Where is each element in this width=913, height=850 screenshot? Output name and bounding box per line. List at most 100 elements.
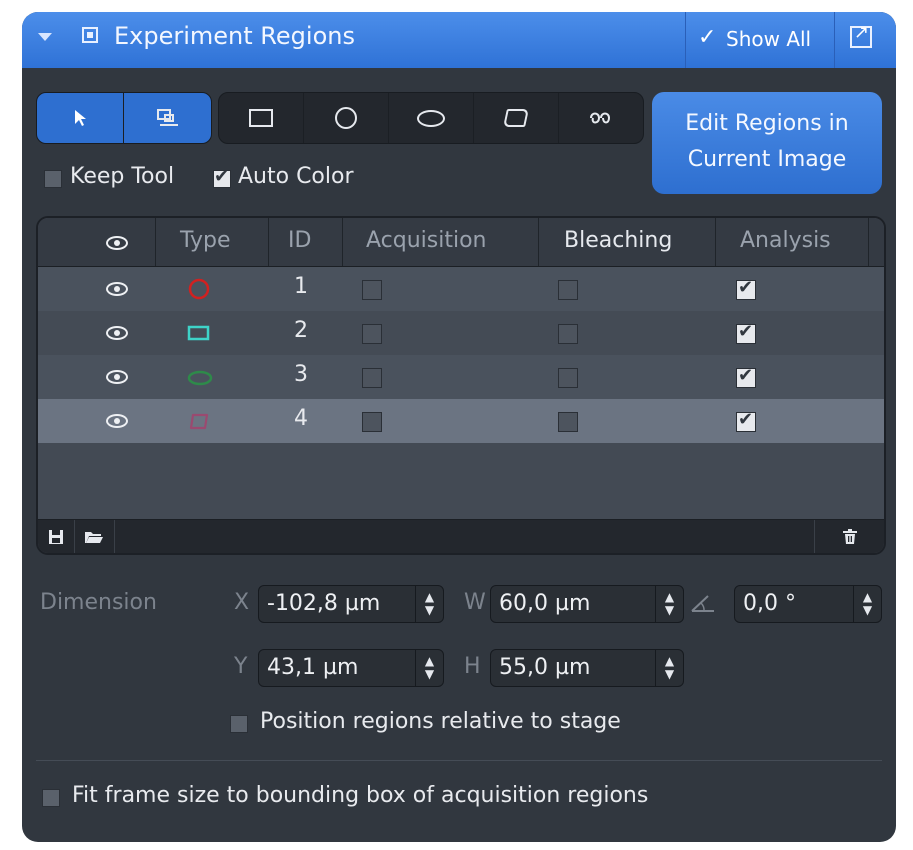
rectangle-shape-icon <box>187 325 210 341</box>
table-header: Type ID Acquisition Bleaching Analysis <box>38 218 884 267</box>
table-row[interactable]: 1 <box>38 267 884 311</box>
polygon-icon <box>503 109 529 127</box>
acquisition-checkbox[interactable] <box>362 412 382 432</box>
trash-icon <box>843 529 857 544</box>
shape-tool-group <box>218 92 644 144</box>
bleaching-checkbox[interactable] <box>558 324 578 344</box>
row-id: 3 <box>294 362 308 387</box>
x-position-spinbox[interactable]: -102,8 µm ▲ ▼ <box>258 585 444 623</box>
ellipse-tool-button[interactable] <box>389 93 474 143</box>
acquisition-checkbox[interactable] <box>362 324 382 344</box>
relative-to-stage-checkbox[interactable] <box>230 715 248 733</box>
open-button[interactable] <box>74 520 115 553</box>
header-analysis[interactable]: Analysis <box>740 228 831 253</box>
visibility-eye-icon[interactable] <box>106 236 128 250</box>
y-label: Y <box>234 654 248 679</box>
pointer-tool-button[interactable] <box>37 93 124 143</box>
keep-tool-label: Keep Tool <box>70 164 175 189</box>
analysis-checkbox[interactable] <box>736 409 756 432</box>
popout-icon[interactable]: ↗ <box>850 22 872 48</box>
height-spinbox[interactable]: 55,0 µm ▲ ▼ <box>490 649 684 687</box>
acquisition-checkbox[interactable] <box>362 280 382 300</box>
spin-arrows-icon[interactable]: ▲ ▼ <box>655 586 683 622</box>
x-value: -102,8 µm <box>267 591 381 616</box>
h-value: 55,0 µm <box>499 655 591 680</box>
table-row[interactable]: 3 <box>38 355 884 399</box>
ellipse-icon <box>417 109 445 127</box>
folder-icon <box>85 532 103 543</box>
y-position-spinbox[interactable]: 43,1 µm ▲ ▼ <box>258 649 444 687</box>
panel-titlebar: Experiment Regions ✓ Show All ↗ <box>22 12 896 68</box>
spin-arrows-icon[interactable]: ▲ ▼ <box>655 650 683 686</box>
rectangle-tool-button[interactable] <box>219 93 304 143</box>
save-button[interactable] <box>38 520 75 553</box>
bleaching-checkbox[interactable] <box>558 368 578 388</box>
section-divider <box>36 760 882 761</box>
y-value: 43,1 µm <box>267 655 359 680</box>
stage-region-icon <box>156 109 178 126</box>
polygon-shape-icon <box>189 413 209 430</box>
bleaching-checkbox[interactable] <box>558 280 578 300</box>
row-id: 2 <box>294 318 308 343</box>
header-type[interactable]: Type <box>180 228 231 253</box>
analysis-checkbox[interactable] <box>736 365 756 388</box>
table-footer-toolbar <box>38 519 884 553</box>
analysis-checkbox[interactable] <box>736 321 756 344</box>
eye-icon[interactable] <box>106 370 128 384</box>
circle-icon <box>335 107 357 129</box>
collapse-arrow-icon[interactable] <box>38 33 52 41</box>
experiment-regions-panel: Experiment Regions ✓ Show All ↗ Edit Reg… <box>22 12 896 842</box>
fit-frame-label: Fit frame size to bounding box of acquis… <box>72 783 649 808</box>
show-all-toggle[interactable]: ✓ Show All <box>685 12 835 68</box>
stage-tool-button[interactable] <box>124 93 211 143</box>
spin-arrows-icon[interactable]: ▲ ▼ <box>853 586 881 622</box>
h-label: H <box>464 654 481 679</box>
auto-color-label: Auto Color <box>238 164 354 189</box>
panel-title: Experiment Regions <box>114 22 355 50</box>
table-row[interactable]: 2 <box>38 311 884 355</box>
spin-arrows-icon[interactable]: ▲ ▼ <box>415 650 443 686</box>
ellipse-shape-icon <box>187 370 213 386</box>
header-id[interactable]: ID <box>288 228 311 253</box>
keep-tool-checkbox[interactable] <box>44 170 62 188</box>
row-id: 4 <box>294 406 308 431</box>
show-all-label: Show All <box>726 27 812 51</box>
fit-frame-checkbox[interactable] <box>42 789 60 807</box>
rectangle-icon <box>249 109 273 127</box>
polygon-tool-button[interactable] <box>474 93 559 143</box>
dimension-label: Dimension <box>40 590 157 615</box>
acquisition-checkbox[interactable] <box>362 368 382 388</box>
edit-regions-line1: Edit Regions in <box>685 111 849 136</box>
w-label: W <box>464 590 486 615</box>
save-icon <box>49 530 63 544</box>
regions-table: Type ID Acquisition Bleaching Analysis 1 <box>36 216 886 555</box>
spline-icon <box>590 112 611 124</box>
eye-icon[interactable] <box>106 282 128 296</box>
analysis-checkbox[interactable] <box>736 277 756 300</box>
edit-regions-button[interactable]: Edit Regions in Current Image <box>652 92 882 194</box>
bleaching-checkbox[interactable] <box>558 412 578 432</box>
relative-to-stage-label: Position regions relative to stage <box>260 709 621 734</box>
row-id: 1 <box>294 274 308 299</box>
delete-button[interactable] <box>814 520 884 553</box>
angle-spinbox[interactable]: 0,0 ° ▲ ▼ <box>734 585 882 623</box>
cursor-arrow-icon <box>75 110 86 126</box>
auto-color-checkbox[interactable] <box>213 166 231 188</box>
checkmark-icon: ✓ <box>698 25 717 50</box>
header-acquisition[interactable]: Acquisition <box>366 228 487 253</box>
width-spinbox[interactable]: 60,0 µm ▲ ▼ <box>490 585 684 623</box>
selection-tool-group <box>36 92 212 144</box>
x-label: X <box>234 590 250 615</box>
table-row-selected[interactable]: 4 <box>38 399 884 443</box>
angle-value: 0,0 ° <box>743 591 796 616</box>
eye-icon[interactable] <box>106 326 128 340</box>
circle-shape-icon <box>188 278 210 300</box>
header-bleaching[interactable]: Bleaching <box>564 228 672 253</box>
spin-arrows-icon[interactable]: ▲ ▼ <box>415 586 443 622</box>
circle-tool-button[interactable] <box>304 93 389 143</box>
panel-icon <box>82 27 98 43</box>
spline-tool-button[interactable] <box>559 93 643 143</box>
eye-icon[interactable] <box>106 414 128 428</box>
edit-regions-line2: Current Image <box>687 147 847 172</box>
w-value: 60,0 µm <box>499 591 591 616</box>
